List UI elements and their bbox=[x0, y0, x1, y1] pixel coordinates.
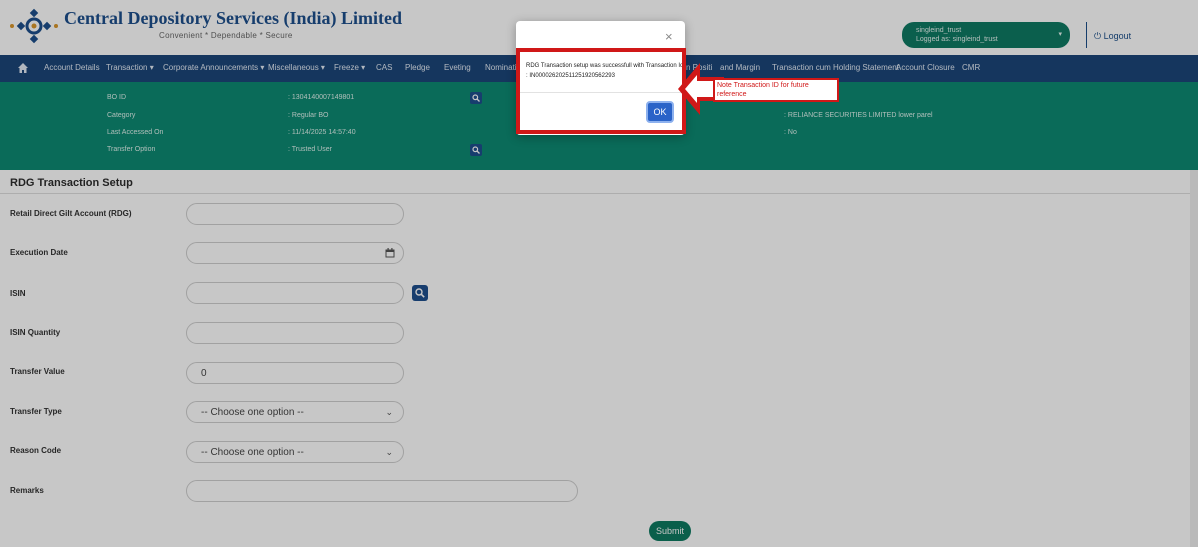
close-icon[interactable]: × bbox=[665, 29, 673, 44]
annotation-callout-text: Note Transaction ID for future reference bbox=[717, 82, 809, 98]
annotation-highlight-box bbox=[516, 48, 686, 134]
